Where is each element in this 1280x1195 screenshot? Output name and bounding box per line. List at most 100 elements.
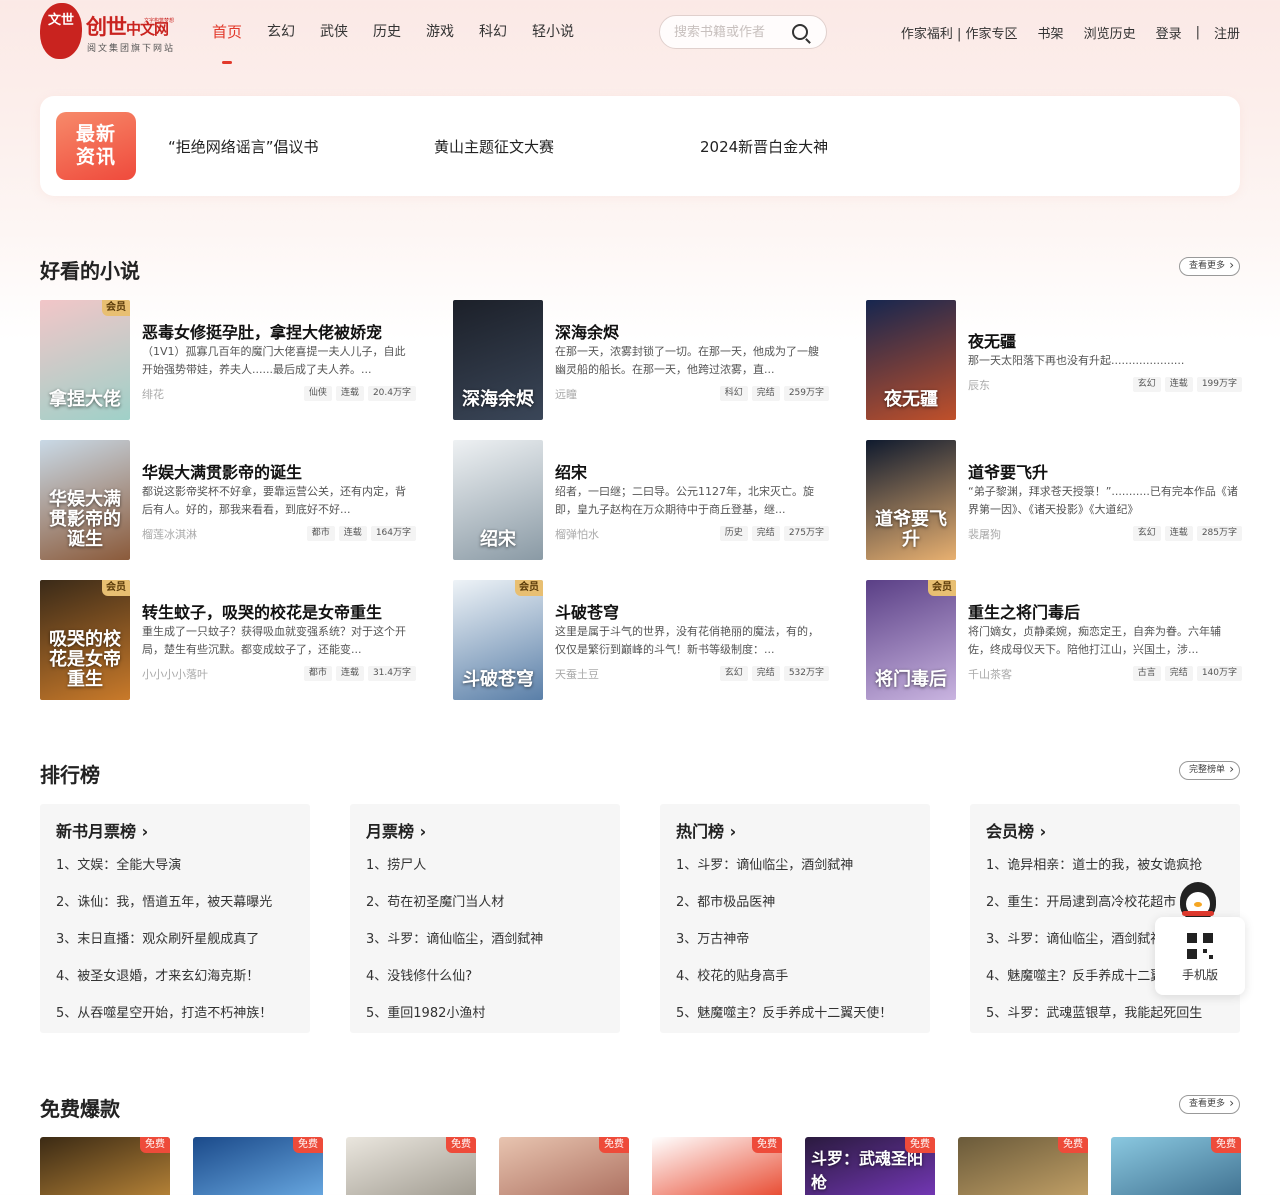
ranking-item[interactable]: 4、校花的贴身高手 — [676, 965, 921, 984]
book-author[interactable]: 裴屠狗 — [968, 526, 1001, 542]
vip-badge: 会员 — [102, 580, 130, 596]
book-cover[interactable]: 会员 拿捏大佬 — [40, 300, 130, 420]
ranking-more-button[interactable]: 完整榜单 — [1178, 761, 1240, 780]
book-cover[interactable]: 深海余烬 — [453, 300, 543, 420]
book-title[interactable]: 华娱大满贯影帝的诞生 — [142, 459, 302, 483]
register-link[interactable]: 注册 — [1214, 23, 1240, 42]
news-item[interactable]: 2024新晋白金大神 — [700, 136, 828, 157]
book-author[interactable]: 榴莲冰淇淋 — [142, 526, 197, 542]
free-book-cover[interactable]: 免费 — [346, 1137, 476, 1195]
book-description: 在那一天，浓雾封锁了一切。在那一天，他成为了一艘幽灵船的船长。在那一天，他跨过浓… — [555, 345, 819, 376]
ranking-item[interactable]: 5、重回1982小渔村 — [366, 1002, 611, 1021]
book-title[interactable]: 夜无疆 — [968, 328, 1016, 352]
nav-item-scifi[interactable]: 科幻 — [479, 0, 507, 64]
book-author[interactable]: 小小小小落叶 — [142, 666, 208, 682]
free-book-cover[interactable]: 免费 — [958, 1137, 1088, 1195]
free-book-cover[interactable]: 免费 — [40, 1137, 170, 1195]
free-book-cover[interactable]: 免费 — [499, 1137, 629, 1195]
book-title[interactable]: 重生之将门毒后 — [968, 599, 1080, 623]
ranking-item[interactable]: 5、从吞噬星空开始，打造不朽神族！ — [56, 1002, 301, 1021]
nav-item-history[interactable]: 历史 — [373, 0, 401, 64]
book-card[interactable]: 夜无疆 夜无疆 那一天太阳落下再也没有升起.....................… — [866, 300, 1246, 420]
book-card[interactable]: 深海余烬 深海余烬 在那一天，浓雾封锁了一切。在那一天，他成为了一艘幽灵船的船长。在… — [453, 300, 833, 420]
good-novels-more-button[interactable]: 查看更多 — [1178, 257, 1240, 276]
history-link[interactable]: 浏览历史 — [1084, 23, 1136, 42]
login-separator: | — [1195, 24, 1200, 40]
ranking-item[interactable]: 5、斗罗：武魂蓝银草，我能起死回生 — [986, 1002, 1231, 1021]
ranking-item[interactable]: 5、魅魔噬主？反手养成十二翼天使！ — [676, 1002, 921, 1021]
ranking-item[interactable]: 4、没钱修什么仙? — [366, 965, 611, 984]
book-cover[interactable]: 会员 斗破苍穹 — [453, 580, 543, 700]
cover-title: 夜无疆 — [884, 389, 938, 410]
book-author[interactable]: 天蚕土豆 — [555, 666, 599, 682]
search-icon[interactable] — [792, 24, 808, 40]
free-more-button[interactable]: 查看更多 — [1178, 1095, 1240, 1114]
ranking-item[interactable]: 1、斗罗：谪仙临尘，酒剑弑神 — [676, 854, 921, 873]
book-cover[interactable]: 绍宋 — [453, 440, 543, 560]
book-title[interactable]: 道爷要飞升 — [968, 459, 1048, 483]
ranking-item[interactable]: 4、被圣女退婚，才来玄幻海克斯！ — [56, 965, 301, 984]
book-title[interactable]: 斗破苍穹 — [555, 599, 619, 623]
book-card[interactable]: 会员 斗破苍穹 斗破苍穹 这里是属于斗气的世界，没有花俏艳丽的魔法，有的，仅仅是繁衍到… — [453, 580, 833, 700]
nav-item-xuanhuan[interactable]: 玄幻 — [267, 0, 295, 64]
book-author[interactable]: 远瞳 — [555, 386, 577, 402]
book-author[interactable]: 榴弹怕水 — [555, 526, 599, 542]
free-badge: 免费 — [293, 1137, 323, 1153]
book-cover[interactable]: 会员 吸哭的校花是女帝重生 — [40, 580, 130, 700]
ranking-item[interactable]: 1、捞尸人 — [366, 854, 611, 873]
ranking-item[interactable]: 1、诡异相亲：道士的我，被女诡疯抢 — [986, 854, 1231, 873]
book-tags: 仙侠 连载 20.4万字 — [300, 386, 416, 401]
login-link[interactable]: 登录 — [1156, 23, 1182, 42]
free-book-cover[interactable]: 免费 — [1111, 1137, 1241, 1195]
search-input[interactable] — [674, 23, 792, 41]
book-author[interactable]: 绯花 — [142, 386, 164, 402]
book-title[interactable]: 转生蚊子，吸哭的校花是女帝重生 — [142, 599, 382, 623]
book-author[interactable]: 千山茶客 — [968, 666, 1012, 682]
ranking-board-title[interactable]: 热门榜 — [676, 818, 736, 842]
site-logo[interactable]: 文世 创世中文网 文字构筑梦想 阅文集团旗下网站 — [40, 3, 190, 61]
book-card[interactable]: 华娱大满贯影帝的诞生 华娱大满贯影帝的诞生 都说这影帝奖杯不好拿，要靠运营公关，还有… — [40, 440, 420, 560]
book-card[interactable]: 会员 拿捏大佬 恶毒女修挺孕肚，拿捏大佬被娇宠 （1V1）孤寡几百年的魔门大佬喜提一夫… — [40, 300, 420, 420]
ranking-item[interactable]: 3、斗罗：谪仙临尘，酒剑弑神 — [366, 928, 611, 947]
ranking-item[interactable]: 3、万古神帝 — [676, 928, 921, 947]
ranking-item[interactable]: 3、末日直播：观众刷歼星舰成真了 — [56, 928, 301, 947]
book-card[interactable]: 道爷要飞升 道爷要飞升 “弟子黎渊，拜求苍天授箓！”...........已有完本作… — [866, 440, 1246, 560]
book-card[interactable]: 会员 吸哭的校花是女帝重生 转生蚊子，吸哭的校花是女帝重生 重生成了一只蚊子？获得吸血… — [40, 580, 420, 700]
book-cover[interactable]: 道爷要飞升 — [866, 440, 956, 560]
cover-title: 拿捏大佬 — [49, 389, 121, 410]
book-card[interactable]: 会员 将门毒后 重生之将门毒后 将门嫡女，贞静柔婉，痴恋定王，自奔为眷。六年辅佐，终成… — [866, 580, 1246, 700]
bookshelf-link[interactable]: 书架 — [1038, 23, 1064, 42]
nav-item-wuxia[interactable]: 武侠 — [320, 0, 348, 64]
news-item[interactable]: “拒绝网络谣言”倡议书 — [168, 136, 319, 157]
free-book-cover[interactable]: 斗罗：武魂圣阳枪 免费 — [805, 1137, 935, 1195]
status-tag: 连载 — [335, 386, 364, 401]
free-book-cover[interactable]: 免费 — [652, 1137, 782, 1195]
ranking-item[interactable]: 1、文娱：全能大导演 — [56, 854, 301, 873]
nav-item-light-novel[interactable]: 轻小说 — [532, 0, 574, 64]
ranking-board-title[interactable]: 月票榜 — [366, 818, 426, 842]
book-cover[interactable]: 会员 将门毒后 — [866, 580, 956, 700]
vip-badge: 会员 — [515, 580, 543, 596]
news-item[interactable]: 黄山主题征文大赛 — [434, 136, 554, 157]
free-book-cover[interactable]: 免费 — [193, 1137, 323, 1195]
ranking-board-title[interactable]: 会员榜 — [986, 818, 1046, 842]
book-card[interactable]: 绍宋 绍宋 绍者，一曰继；二曰导。公元1127年，北宋灭亡。旋即，皇九子赵构在万众期… — [453, 440, 833, 560]
book-title[interactable]: 深海余烬 — [555, 319, 619, 343]
vip-badge: 会员 — [928, 580, 956, 596]
book-cover[interactable]: 夜无疆 — [866, 300, 956, 420]
ranking-item[interactable]: 2、都市极品医神 — [676, 891, 921, 910]
ranking-item[interactable]: 2、苟在初圣魔门当人材 — [366, 891, 611, 910]
ranking-item[interactable]: 2、诛仙：我，悟道五年，被天幕曝光 — [56, 891, 301, 910]
ranking-board-title[interactable]: 新书月票榜 — [56, 818, 148, 842]
cover-title: 华娱大满贯影帝的诞生 — [49, 489, 121, 550]
book-cover[interactable]: 华娱大满贯影帝的诞生 — [40, 440, 130, 560]
mobile-version-label: 手机版 — [1181, 968, 1218, 982]
book-author[interactable]: 辰东 — [968, 377, 990, 393]
penguin-mascot-icon[interactable] — [1172, 882, 1224, 922]
book-title[interactable]: 恶毒女修挺孕肚，拿捏大佬被娇宠 — [142, 319, 382, 343]
author-welfare-link[interactable]: 作家福利 | 作家专区 — [901, 23, 1018, 42]
nav-item-game[interactable]: 游戏 — [426, 0, 454, 64]
book-title[interactable]: 绍宋 — [555, 459, 587, 483]
nav-item-home[interactable]: 首页 — [212, 0, 242, 64]
mobile-version-widget[interactable]: 手机版 — [1155, 917, 1245, 995]
